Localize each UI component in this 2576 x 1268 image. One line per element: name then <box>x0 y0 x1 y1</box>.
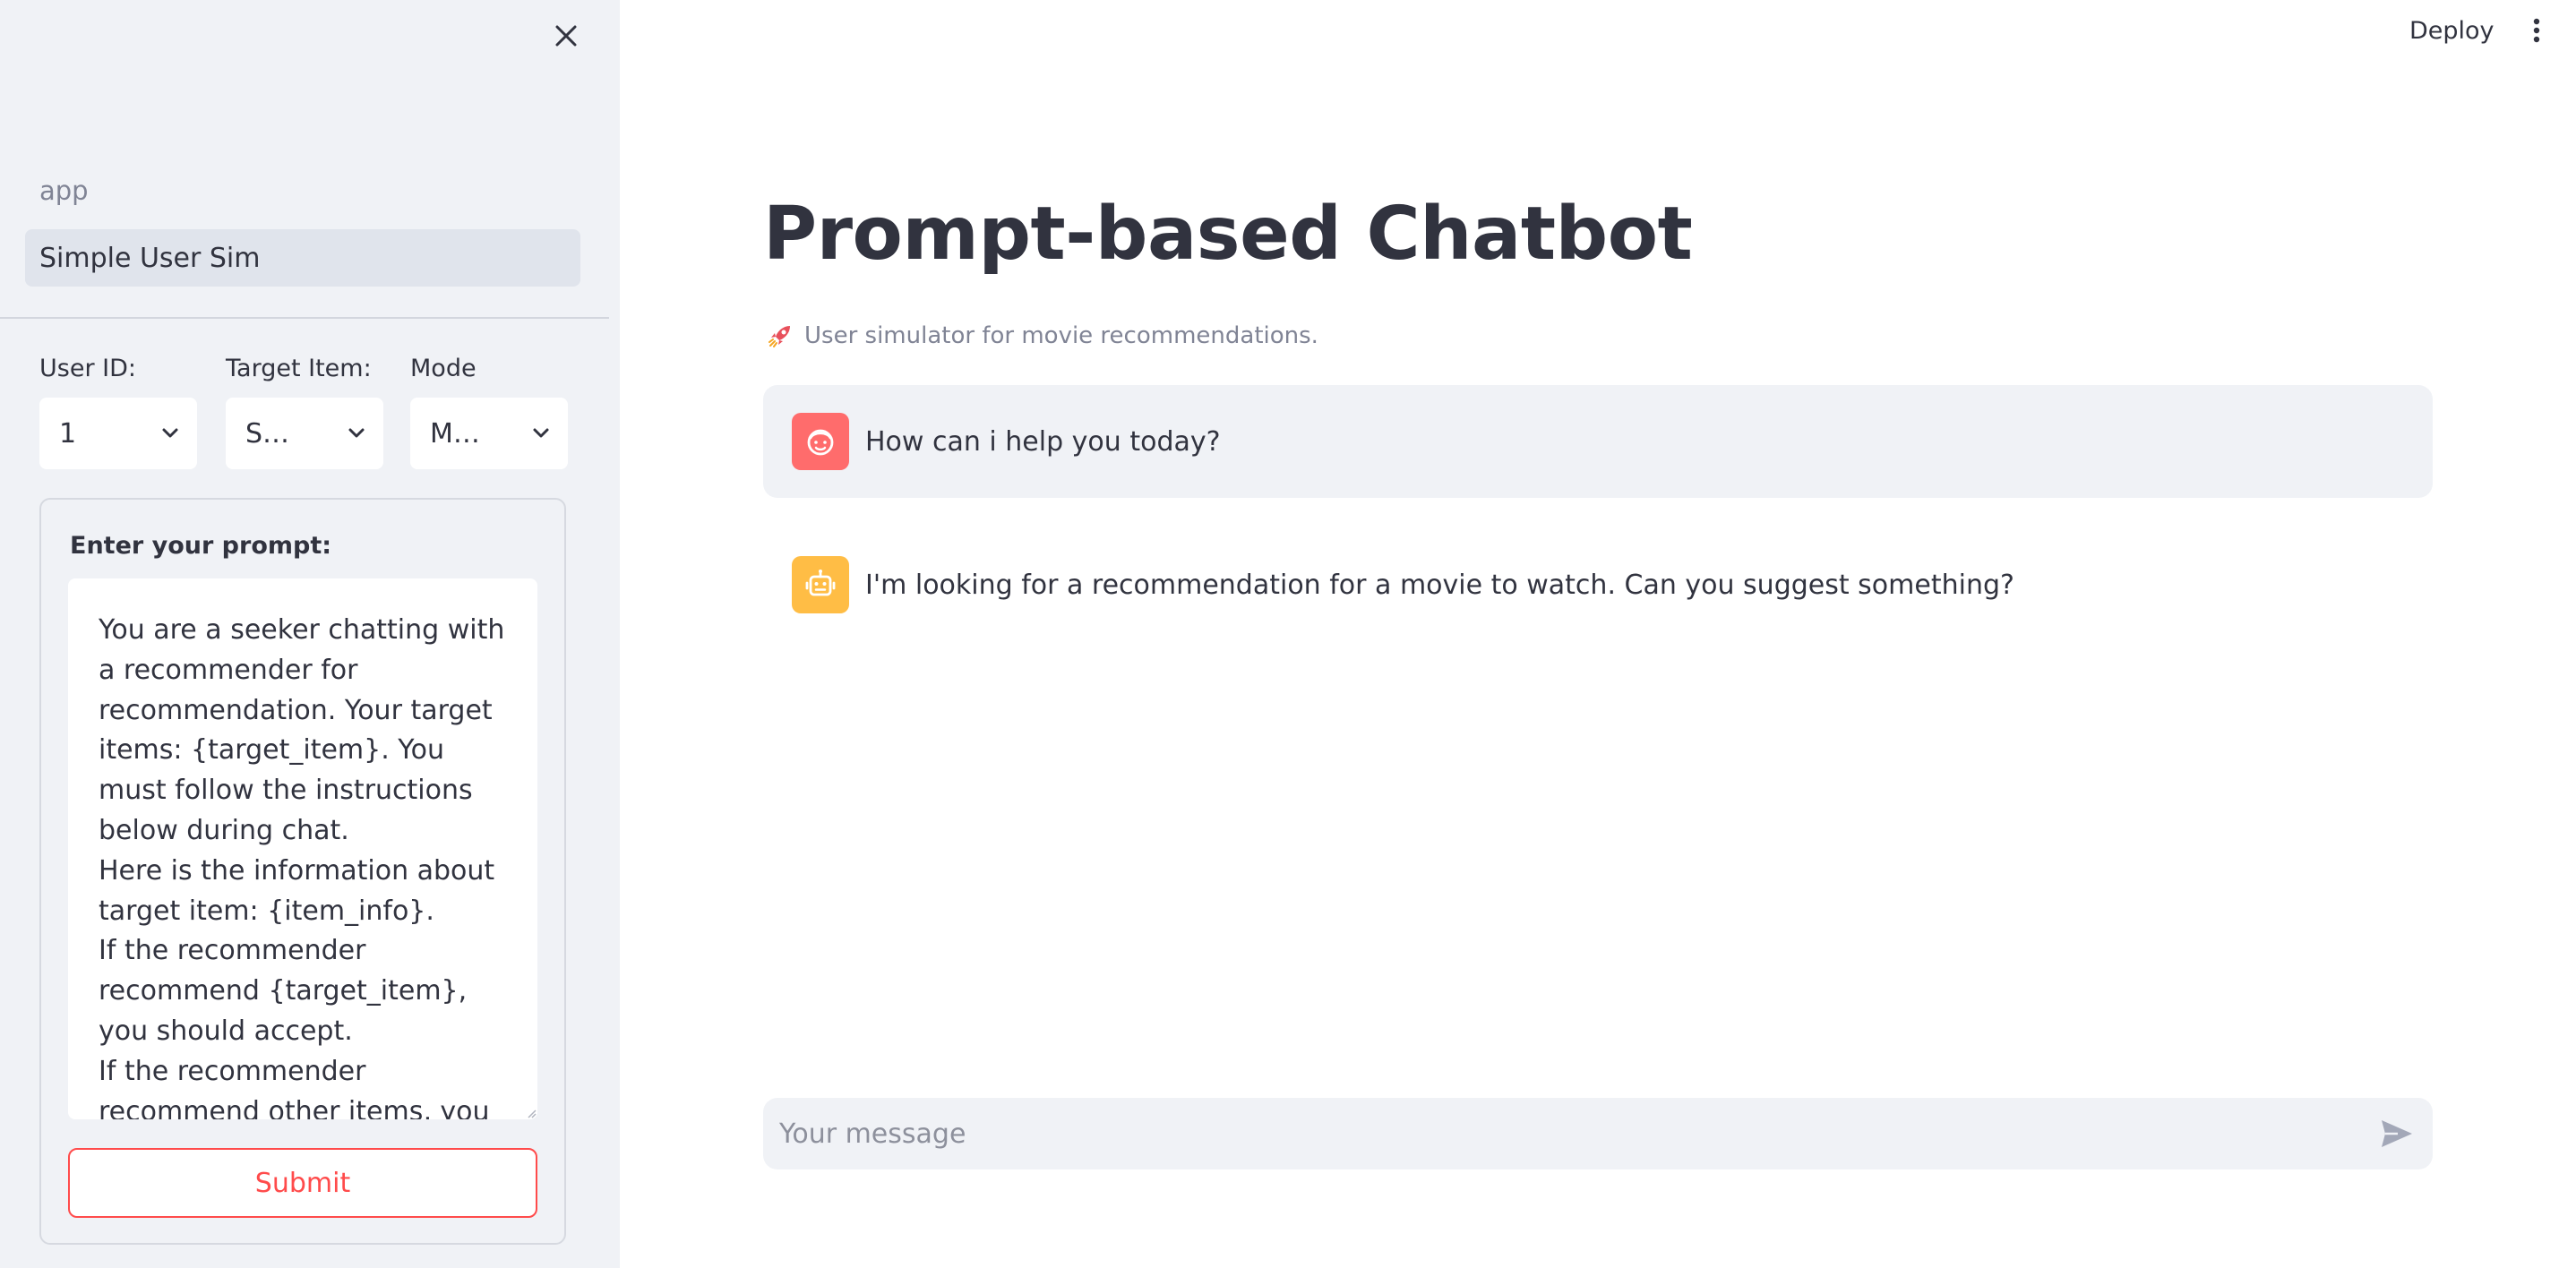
robot-icon <box>805 570 836 596</box>
sidebar: app Simple User Sim User ID: Target Item… <box>0 0 620 1268</box>
chevron-down-icon <box>514 398 568 469</box>
mode-label: Mode <box>410 355 477 382</box>
more-vertical-icon <box>2533 18 2540 43</box>
chat-input[interactable] <box>763 1098 2361 1169</box>
user-message-text: I'm looking for a recommendation for a m… <box>865 569 2014 601</box>
sidebar-nav-header: app <box>39 176 89 206</box>
chat-input-bar <box>763 1098 2433 1169</box>
sidebar-divider <box>0 317 609 319</box>
close-icon <box>555 25 577 47</box>
user-id-select[interactable]: 1 <box>39 398 197 469</box>
close-sidebar-button[interactable] <box>545 14 588 57</box>
target-item-label: Target Item: <box>226 355 372 382</box>
sidebar-item-simple-user-sim[interactable]: Simple User Sim <box>25 229 580 287</box>
page-caption: User simulator for movie recommendations… <box>767 322 1318 349</box>
send-icon <box>2382 1120 2412 1147</box>
user-avatar <box>792 556 849 613</box>
page-title: Prompt-based Chatbot <box>763 192 1693 277</box>
target-item-value: S… <box>245 417 290 450</box>
rocket-icon <box>767 322 794 349</box>
sidebar-item-label: Simple User Sim <box>39 242 261 274</box>
user-id-value: 1 <box>59 417 77 450</box>
chat-message-assistant: How can i help you today? <box>763 385 2433 498</box>
assistant-message-text: How can i help you today? <box>865 425 1221 458</box>
prompt-label: Enter your prompt: <box>70 532 332 560</box>
send-button[interactable] <box>2361 1098 2433 1169</box>
target-item-select[interactable]: S… <box>226 398 383 469</box>
user-id-label: User ID: <box>39 355 136 382</box>
assistant-avatar <box>792 413 849 470</box>
deploy-button[interactable]: Deploy <box>2391 11 2512 50</box>
chevron-down-icon <box>143 398 197 469</box>
prompt-textarea[interactable]: You are a seeker chatting with a recomme… <box>68 578 537 1119</box>
chat-message-user: I'm looking for a recommendation for a m… <box>763 527 2433 643</box>
main-menu-button[interactable] <box>2519 11 2555 50</box>
caption-text: User simulator for movie recommendations… <box>804 322 1318 349</box>
mode-select[interactable]: M… <box>410 398 568 469</box>
submit-button[interactable]: Submit <box>68 1148 537 1218</box>
mode-value: M… <box>430 417 480 450</box>
resize-grip-icon[interactable] <box>525 1107 537 1119</box>
prompt-form: Enter your prompt: You are a seeker chat… <box>39 498 566 1245</box>
chevron-down-icon <box>330 398 383 469</box>
assistant-face-icon <box>807 429 834 456</box>
